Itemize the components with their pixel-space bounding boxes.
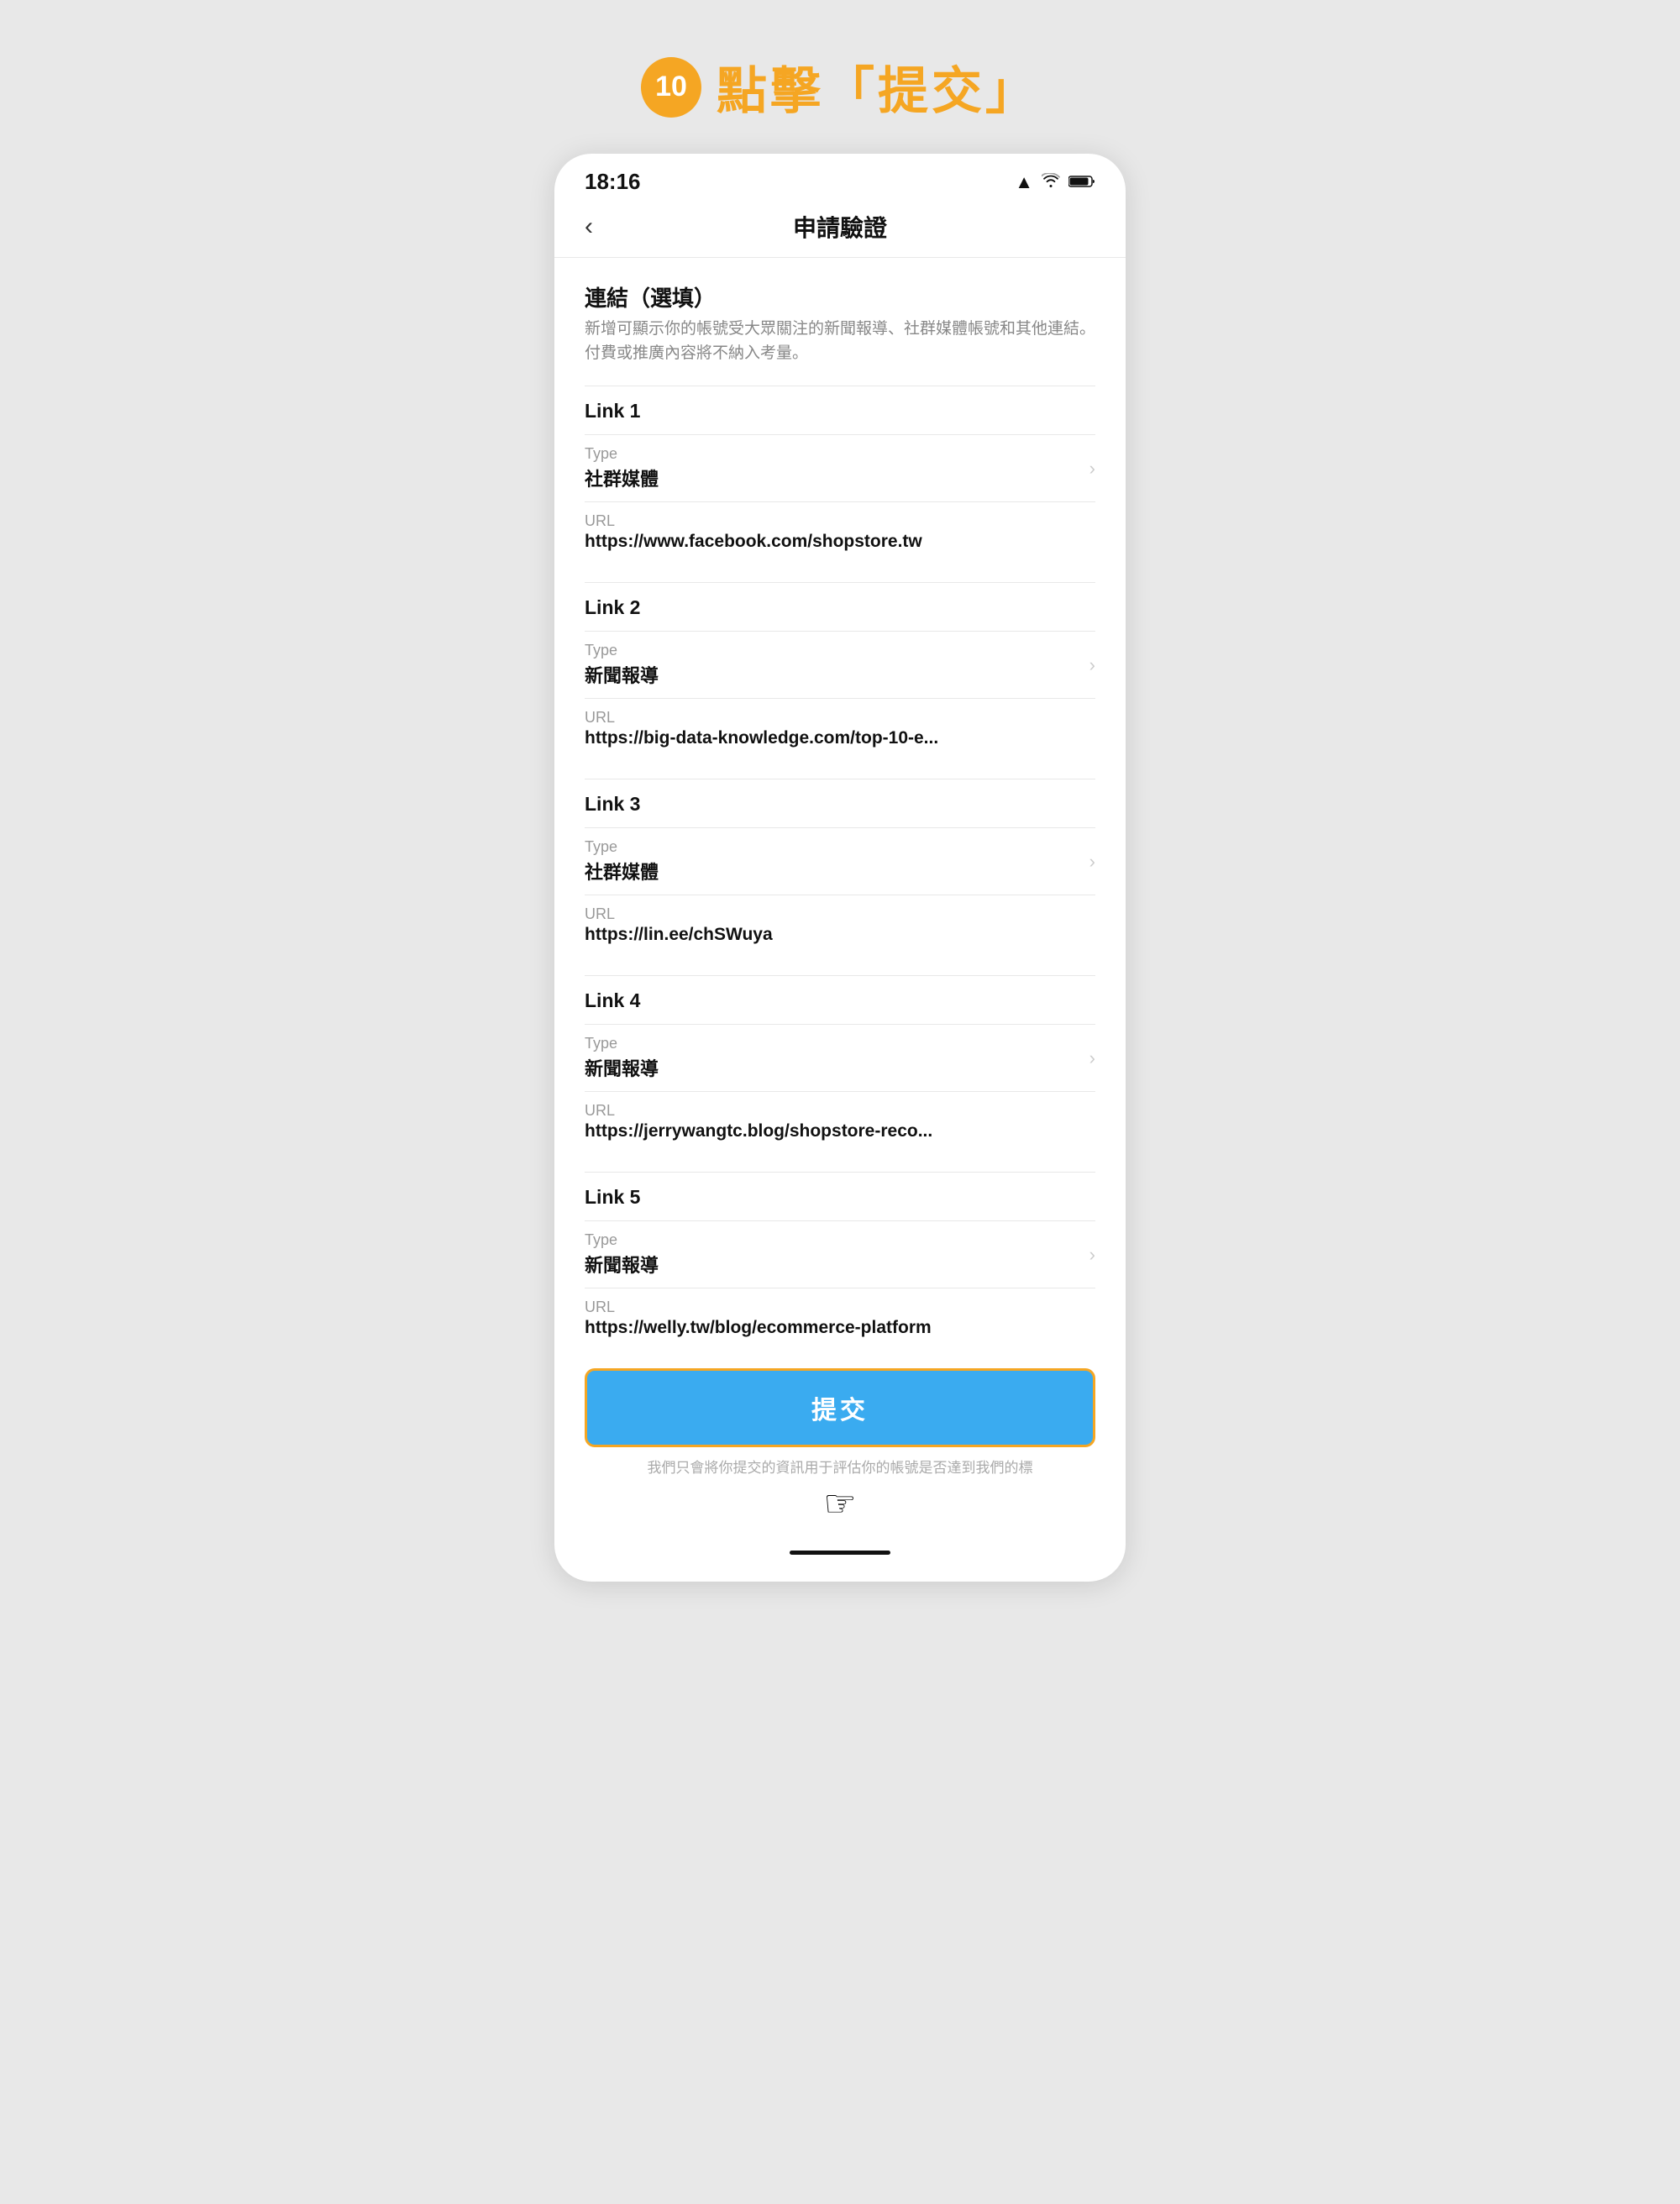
link-1-type-value: 社群媒體: [585, 464, 1089, 491]
nav-bar: ‹ 申請驗證: [554, 202, 1126, 258]
link-1-label: Link 1: [585, 400, 1095, 422]
submit-area: 提交 我們只會將你提交的資訊用于評估你的帳號是否達到我們的標 ☞: [554, 1348, 1126, 1539]
link-4-label: Link 4: [585, 989, 1095, 1012]
link-4-type-label: Type: [585, 1035, 1089, 1052]
section-title: 連結（選填）: [585, 281, 1095, 312]
section-header: 連結（選填） 新增可顯示你的帳號受大眾關注的新聞報導、社群媒體帳號和其他連結。付…: [585, 281, 1095, 365]
link-3-url-label: URL: [585, 905, 1095, 923]
link-4-type-value: 新聞報導: [585, 1054, 1089, 1081]
link-3-type-label: Type: [585, 838, 1089, 856]
submit-button[interactable]: 提交: [585, 1368, 1095, 1447]
link-2-type-row[interactable]: Type 新聞報導 ›: [585, 631, 1095, 698]
wifi-icon: [1042, 171, 1060, 193]
step-title: 點擊「提交」: [717, 50, 1039, 123]
status-bar: 18:16 ▲: [554, 154, 1126, 202]
section-desc: 新增可顯示你的帳號受大眾關注的新聞報導、社群媒體帳號和其他連結。付費或推廣內容將…: [585, 317, 1095, 365]
link-4-url-row: URL https://jerrywangtc.blog/shopstore-r…: [585, 1091, 1095, 1152]
link-3-label: Link 3: [585, 793, 1095, 816]
link-2-url-value: https://big-data-knowledge.com/top-10-e.…: [585, 728, 1095, 748]
link-1-url-value: https://www.facebook.com/shopstore.tw: [585, 532, 1095, 552]
link-2-type-value: 新聞報導: [585, 661, 1089, 688]
link-5-url-row: URL https://welly.tw/blog/ecommerce-plat…: [585, 1288, 1095, 1348]
link-4-type-row[interactable]: Type 新聞報導 ›: [585, 1024, 1095, 1091]
chevron-icon: ›: [1089, 654, 1095, 676]
link-1-group: Link 1 Type 社群媒體 › URL https://www.faceb…: [585, 386, 1095, 562]
link-4-url-value: https://jerrywangtc.blog/shopstore-reco.…: [585, 1121, 1095, 1141]
link-4-group: Link 4 Type 新聞報導 › URL https://jerrywang…: [585, 975, 1095, 1152]
chevron-icon: ›: [1089, 1047, 1095, 1069]
link-3-group: Link 3 Type 社群媒體 › URL https://lin.ee/ch…: [585, 779, 1095, 955]
cursor-hand-icon: ☞: [823, 1482, 856, 1525]
link-5-group: Link 5 Type 新聞報導 › URL https://welly.tw/…: [585, 1172, 1095, 1348]
submit-note: 我們只會將你提交的資訊用于評估你的帳號是否達到我們的標: [585, 1457, 1095, 1479]
link-2-type-label: Type: [585, 642, 1089, 659]
chevron-icon: ›: [1089, 1244, 1095, 1266]
phone-frame: 18:16 ▲ ‹ 申請驗證: [554, 154, 1126, 1582]
battery-icon: [1068, 171, 1095, 193]
link-1-type-row[interactable]: Type 社群媒體 ›: [585, 434, 1095, 501]
status-icons: ▲: [1015, 171, 1095, 193]
link-3-url-row: URL https://lin.ee/chSWuya: [585, 895, 1095, 955]
link-2-label: Link 2: [585, 596, 1095, 619]
link-5-url-label: URL: [585, 1299, 1095, 1316]
status-time: 18:16: [585, 169, 641, 195]
link-2-url-row: URL https://big-data-knowledge.com/top-1…: [585, 698, 1095, 758]
signal-icon: ▲: [1015, 171, 1033, 193]
link-2-url-label: URL: [585, 709, 1095, 727]
link-1-type-label: Type: [585, 445, 1089, 463]
back-button[interactable]: ‹: [585, 213, 593, 241]
link-4-url-label: URL: [585, 1102, 1095, 1120]
link-5-label: Link 5: [585, 1186, 1095, 1209]
link-3-url-value: https://lin.ee/chSWuya: [585, 925, 1095, 945]
step-header: 10 點擊「提交」: [641, 50, 1039, 123]
link-5-type-row[interactable]: Type 新聞報導 ›: [585, 1220, 1095, 1288]
link-1-url-label: URL: [585, 512, 1095, 530]
step-badge: 10: [641, 57, 701, 118]
home-indicator: [790, 1551, 890, 1555]
link-1-url-row: URL https://www.facebook.com/shopstore.t…: [585, 501, 1095, 562]
link-5-url-value: https://welly.tw/blog/ecommerce-platform: [585, 1318, 1095, 1338]
link-5-type-label: Type: [585, 1231, 1089, 1249]
chevron-icon: ›: [1089, 851, 1095, 873]
link-2-group: Link 2 Type 新聞報導 › URL https://big-data-…: [585, 582, 1095, 758]
link-3-type-row[interactable]: Type 社群媒體 ›: [585, 827, 1095, 895]
link-3-type-value: 社群媒體: [585, 858, 1089, 884]
chevron-icon: ›: [1089, 458, 1095, 480]
link-5-type-value: 新聞報導: [585, 1251, 1089, 1278]
content-area: 連結（選填） 新增可顯示你的帳號受大眾關注的新聞報導、社群媒體帳號和其他連結。付…: [554, 258, 1126, 1348]
page-title: 申請驗證: [793, 210, 887, 244]
cursor-indicator: ☞: [585, 1482, 1095, 1525]
